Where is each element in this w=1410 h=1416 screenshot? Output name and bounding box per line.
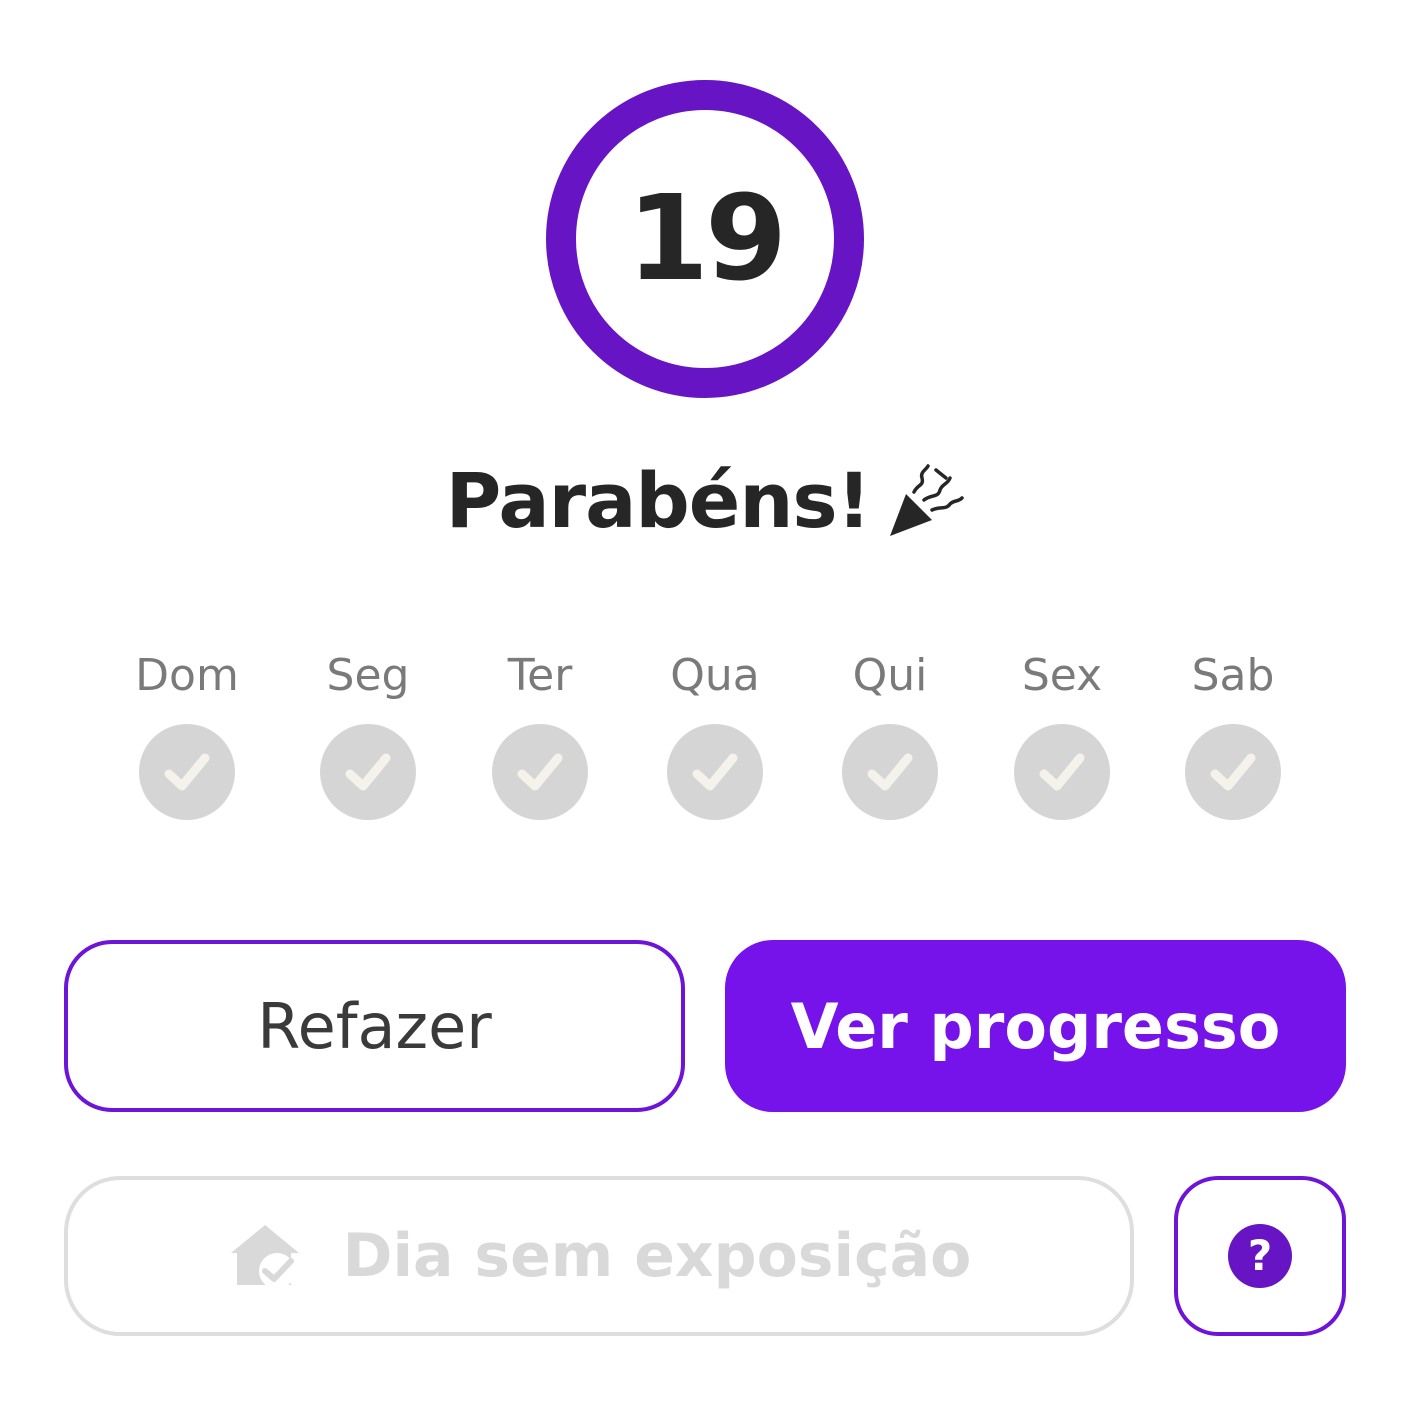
streak-counter-ring: 19 bbox=[546, 80, 864, 398]
week-day: Sex bbox=[982, 646, 1142, 826]
no-exposure-day-label: Dia sem exposição bbox=[342, 1221, 972, 1291]
view-progress-button[interactable]: Ver progresso bbox=[725, 940, 1346, 1112]
week-day: Sab bbox=[1153, 646, 1313, 826]
page-title: Parabéns! bbox=[445, 455, 872, 545]
week-day-label: Qui bbox=[852, 650, 928, 701]
week-day-label: Ter bbox=[507, 650, 573, 701]
redo-button[interactable]: Refazer bbox=[64, 940, 685, 1112]
week-day-label: Sex bbox=[1021, 650, 1103, 701]
check-icon bbox=[842, 724, 938, 820]
check-icon bbox=[139, 724, 235, 820]
week-day: Qui bbox=[810, 646, 970, 826]
week-day: Ter bbox=[460, 646, 620, 826]
week-day-label: Qua bbox=[670, 650, 760, 701]
week-day: Seg bbox=[288, 646, 448, 826]
check-icon bbox=[667, 724, 763, 820]
house-check-icon bbox=[230, 1225, 299, 1289]
check-icon bbox=[1185, 724, 1281, 820]
no-exposure-day-button[interactable]: Dia sem exposição bbox=[64, 1176, 1134, 1336]
congrats-header: Parabéns! bbox=[0, 450, 1410, 550]
check-icon bbox=[492, 724, 588, 820]
check-icon bbox=[320, 724, 416, 820]
week-day: Dom bbox=[107, 646, 267, 826]
week-day: Qua bbox=[635, 646, 795, 826]
party-popper-icon bbox=[890, 464, 965, 536]
streak-count: 19 bbox=[626, 169, 787, 307]
week-day-label: Seg bbox=[326, 650, 410, 701]
view-progress-button-label: Ver progresso bbox=[790, 989, 1281, 1063]
check-icon bbox=[1014, 724, 1110, 820]
question-icon: ? bbox=[1228, 1224, 1292, 1288]
redo-button-label: Refazer bbox=[257, 989, 492, 1063]
help-button[interactable]: ? bbox=[1174, 1176, 1346, 1336]
help-symbol: ? bbox=[1247, 1231, 1273, 1280]
week-day-label: Sab bbox=[1191, 650, 1275, 701]
week-day-label: Dom bbox=[135, 650, 239, 701]
